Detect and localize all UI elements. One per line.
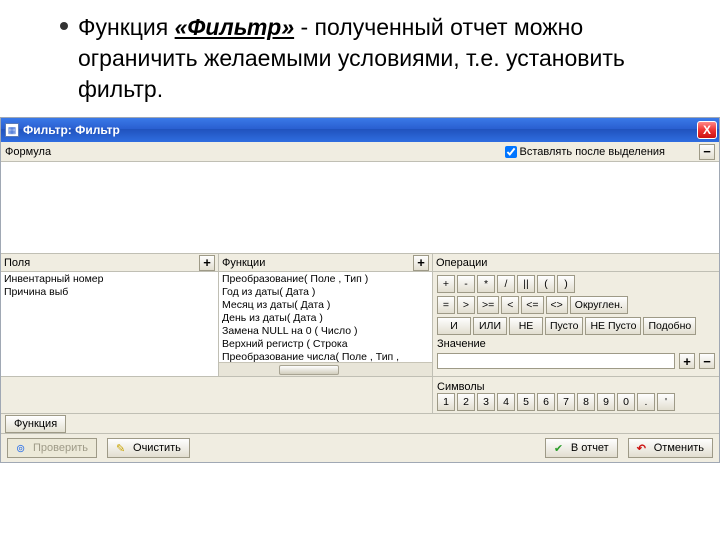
insert-after-selection-label: Вставлять после выделения xyxy=(520,146,665,158)
list-item[interactable]: Причина выб xyxy=(4,286,215,299)
op-div[interactable]: / xyxy=(497,275,515,293)
cancel-button[interactable]: ↶ Отменить xyxy=(628,438,713,458)
op-gte[interactable]: >= xyxy=(477,296,499,314)
check-icon: ✔ xyxy=(554,442,566,454)
list-item[interactable]: Месяц из даты( Дата ) xyxy=(222,299,429,312)
undo-icon: ↶ xyxy=(637,442,649,454)
functions-header: Функции xyxy=(222,257,265,269)
check-icon: ⊚ xyxy=(16,442,28,454)
functions-column: Функции + Преобразование( Поле , Тип ) Г… xyxy=(219,254,433,376)
value-add-button[interactable]: + xyxy=(679,353,695,369)
sym-9[interactable]: 9 xyxy=(597,393,615,411)
sym-6[interactable]: 6 xyxy=(537,393,555,411)
op-and[interactable]: И xyxy=(437,317,471,335)
sym-quote[interactable]: ' xyxy=(657,393,675,411)
bullet-pre: Функция xyxy=(78,14,175,40)
sym-0[interactable]: 0 xyxy=(617,393,635,411)
op-eq[interactable]: = xyxy=(437,296,455,314)
fields-listbox[interactable]: Инвентарный номер Причина выб xyxy=(1,272,218,376)
formula-label: Формула xyxy=(5,146,51,158)
close-button[interactable]: X xyxy=(697,121,717,139)
list-item[interactable]: Замена NULL на 0 ( Число ) xyxy=(222,325,429,338)
sym-1[interactable]: 1 xyxy=(437,393,455,411)
value-remove-button[interactable]: − xyxy=(699,353,715,369)
value-input[interactable] xyxy=(437,353,675,369)
cancel-label: Отменить xyxy=(654,442,704,454)
function-tab-bar: Функция xyxy=(1,414,719,434)
sym-8[interactable]: 8 xyxy=(577,393,595,411)
functions-add-button[interactable]: + xyxy=(413,255,429,271)
sym-3[interactable]: 3 xyxy=(477,393,495,411)
bullet-text: Функция «Фильтр» - полученный отчет можн… xyxy=(78,12,680,105)
insert-after-selection-checkbox[interactable]: Вставлять после выделения xyxy=(505,146,665,158)
fields-header: Поля xyxy=(4,257,30,269)
operations-column: Операции + - * / || ( ) = > >= < <= xyxy=(433,254,719,376)
scrollbar-thumb[interactable] xyxy=(279,365,339,375)
insert-after-selection-input[interactable] xyxy=(505,146,517,158)
list-item[interactable]: Год из даты( Дата ) xyxy=(222,286,429,299)
functions-listbox[interactable]: Преобразование( Поле , Тип ) Год из даты… xyxy=(219,272,432,362)
middle-columns: Поля + Инвентарный номер Причина выб Фун… xyxy=(1,254,719,377)
list-item[interactable]: Преобразование числа( Поле , Тип , xyxy=(222,351,429,362)
op-or[interactable]: ИЛИ xyxy=(473,317,507,335)
formula-textarea[interactable] xyxy=(1,162,719,254)
sym-7[interactable]: 7 xyxy=(557,393,575,411)
op-neq[interactable]: <> xyxy=(546,296,568,314)
sym-dot[interactable]: . xyxy=(637,393,655,411)
clear-button[interactable]: ✎ Очистить xyxy=(107,438,190,458)
sym-5[interactable]: 5 xyxy=(517,393,535,411)
op-not[interactable]: НЕ xyxy=(509,317,543,335)
bullet-function-name: «Фильтр» xyxy=(175,14,294,40)
op-lt[interactable]: < xyxy=(501,296,519,314)
save-label: В отчет xyxy=(571,442,609,454)
list-item[interactable]: Инвентарный номер xyxy=(4,273,215,286)
op-lte[interactable]: <= xyxy=(521,296,543,314)
op-plus[interactable]: + xyxy=(437,275,455,293)
operations-header: Операции xyxy=(436,257,487,269)
op-notnull[interactable]: НЕ Пусто xyxy=(585,317,641,335)
app-icon: ▦ xyxy=(5,123,19,137)
functions-horizontal-scrollbar[interactable] xyxy=(219,362,432,376)
clear-label: Очистить xyxy=(133,442,181,454)
fields-add-button[interactable]: + xyxy=(199,255,215,271)
window-title: Фильтр: Фильтр xyxy=(23,123,120,137)
op-minus[interactable]: - xyxy=(457,275,475,293)
check-label: Проверить xyxy=(33,442,88,454)
formula-header-row: Формула Вставлять после выделения − xyxy=(1,142,719,162)
symbols-label: Символы xyxy=(437,381,715,393)
op-mul[interactable]: * xyxy=(477,275,495,293)
op-concat[interactable]: || xyxy=(517,275,535,293)
op-round[interactable]: Округлен. xyxy=(570,296,628,314)
operators-row-2: = > >= < <= <> Округлен. xyxy=(437,296,715,314)
titlebar: ▦ Фильтр: Фильтр X xyxy=(1,118,719,142)
op-like[interactable]: Подобно xyxy=(643,317,696,335)
list-item[interactable]: День из даты( Дата ) xyxy=(222,312,429,325)
value-label: Значение xyxy=(437,338,486,350)
check-button: ⊚ Проверить xyxy=(7,438,97,458)
op-rparen[interactable]: ) xyxy=(557,275,575,293)
save-to-report-button[interactable]: ✔ В отчет xyxy=(545,438,618,458)
list-item[interactable]: Верхний регистр ( Строка xyxy=(222,338,429,351)
operators-row-1: + - * / || ( ) xyxy=(437,275,715,293)
symbols-row: 1 2 3 4 5 6 7 8 9 0 . ' xyxy=(437,393,715,411)
bottom-toolbar: ⊚ Проверить ✎ Очистить ✔ В отчет ↶ Отмен… xyxy=(1,434,719,462)
formula-remove-button[interactable]: − xyxy=(699,144,715,160)
filter-window: ▦ Фильтр: Фильтр X Формула Вставлять пос… xyxy=(0,117,720,463)
op-lparen[interactable]: ( xyxy=(537,275,555,293)
fields-column: Поля + Инвентарный номер Причина выб xyxy=(1,254,219,376)
function-tab[interactable]: Функция xyxy=(5,415,66,433)
op-gt[interactable]: > xyxy=(457,296,475,314)
sym-4[interactable]: 4 xyxy=(497,393,515,411)
slide-caption: Функция «Фильтр» - полученный отчет можн… xyxy=(0,0,720,113)
bullet-icon xyxy=(60,22,68,30)
sym-2[interactable]: 2 xyxy=(457,393,475,411)
broom-icon: ✎ xyxy=(116,442,128,454)
operators-row-3: И ИЛИ НЕ Пусто НЕ Пусто Подобно xyxy=(437,317,715,335)
op-isnull[interactable]: Пусто xyxy=(545,317,583,335)
list-item[interactable]: Преобразование( Поле , Тип ) xyxy=(222,273,429,286)
